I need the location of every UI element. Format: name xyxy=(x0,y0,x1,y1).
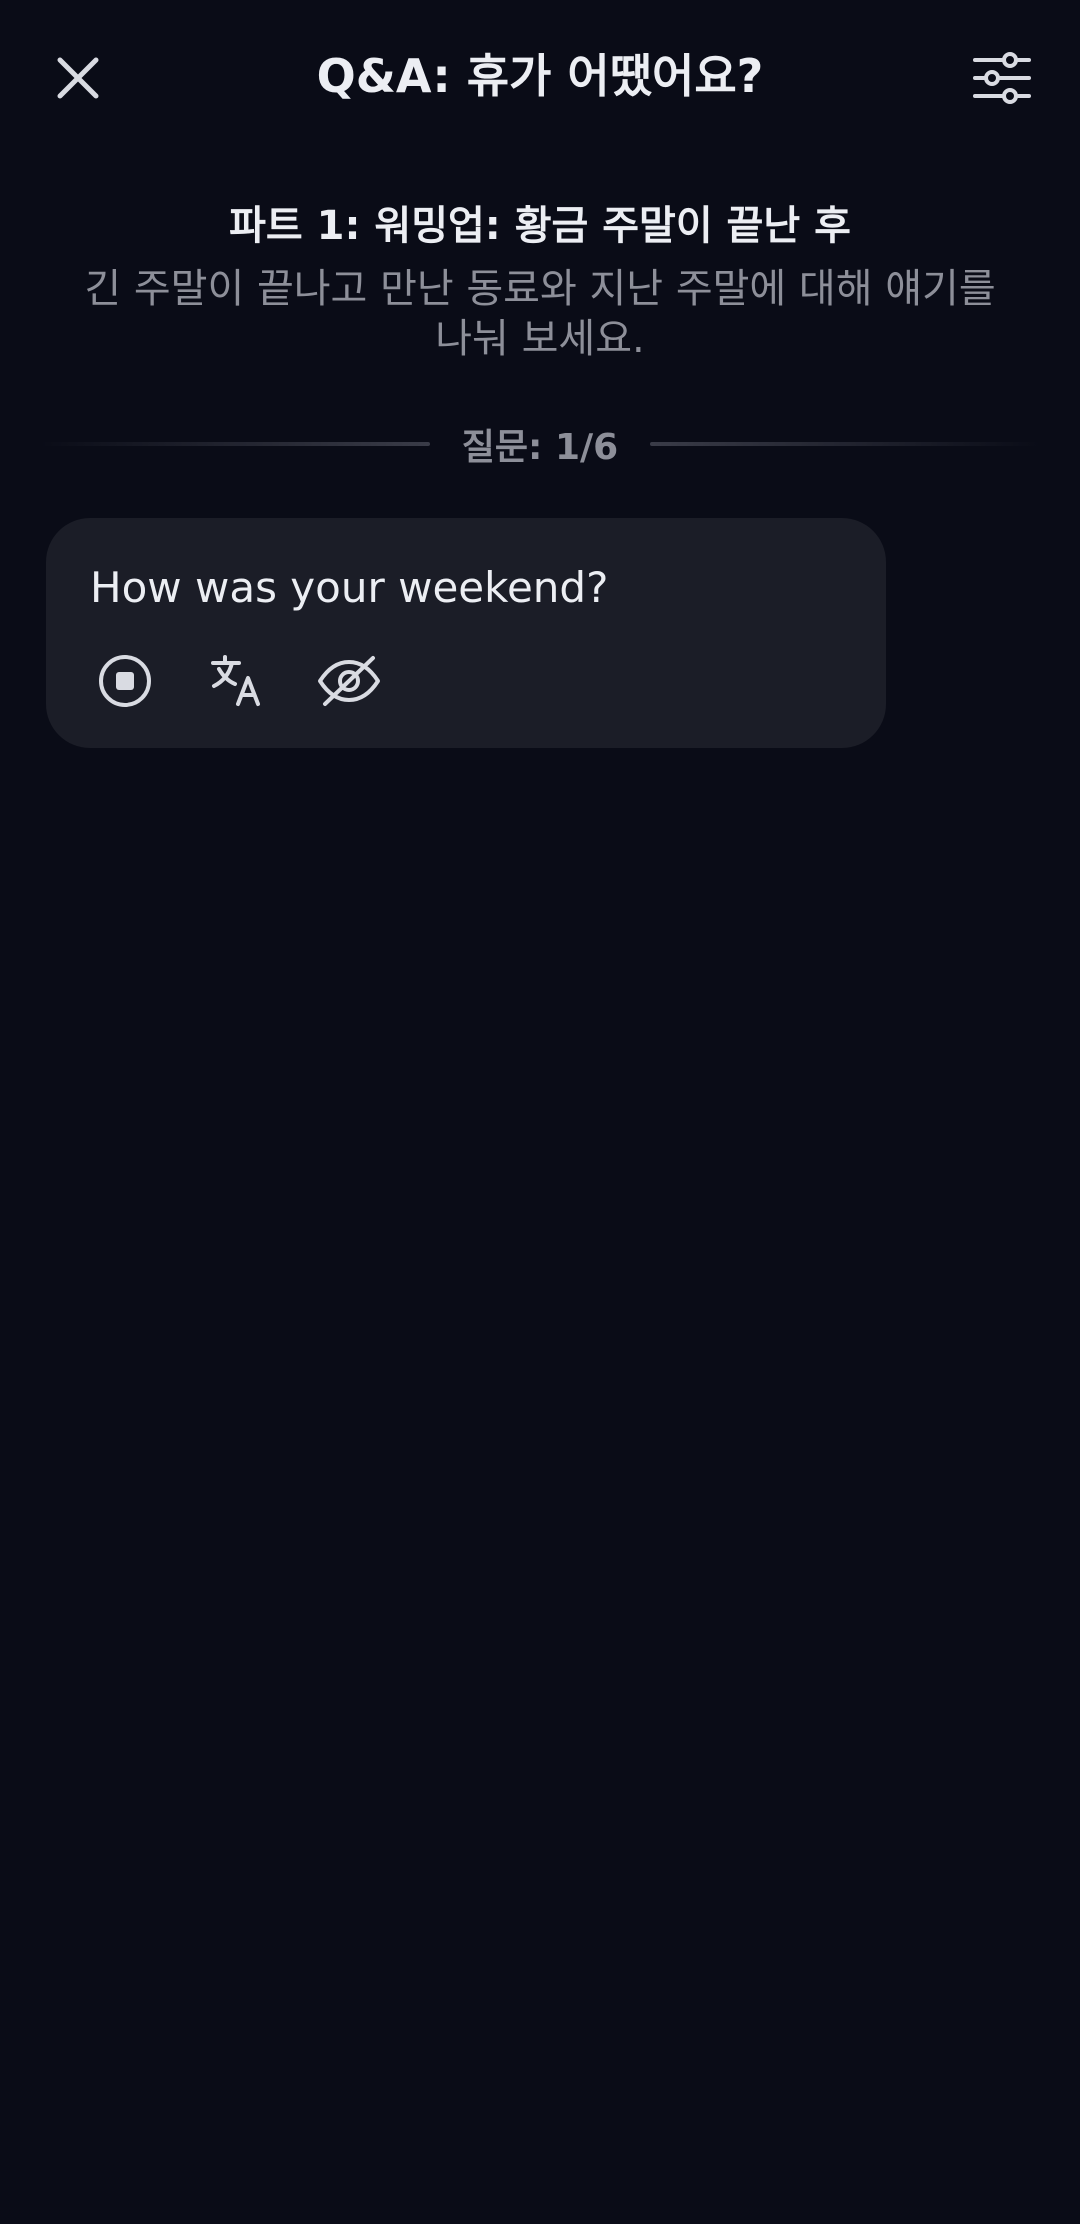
sliders-icon xyxy=(973,52,1031,104)
message-bubble: How was your weekend? xyxy=(46,518,886,748)
part-description: 긴 주말이 끝나고 만난 동료와 지난 주말에 대해 얘기를 나눠 보세요. xyxy=(84,266,996,362)
part-title: 파트 1: 워밍업: 황금 주말이 끝난 후 xyxy=(229,203,851,249)
translate-icon xyxy=(211,655,260,706)
divider-right xyxy=(650,442,1041,446)
stop-audio-button[interactable] xyxy=(90,646,160,716)
close-icon xyxy=(57,57,99,99)
question-counter: 질문: 1/6 xyxy=(461,427,619,468)
hide-text-button[interactable] xyxy=(314,646,384,716)
message-actions xyxy=(90,646,426,716)
message-text: How was your weekend? xyxy=(90,563,609,612)
eye-off-icon xyxy=(318,656,380,706)
translate-button[interactable] xyxy=(202,646,272,716)
question-progress: 질문: 1/6 xyxy=(40,412,1041,476)
top-bar: Q&A: 휴가 어땠어요? xyxy=(0,0,1080,160)
close-button[interactable] xyxy=(30,30,126,126)
page-title: Q&A: 휴가 어땠어요? xyxy=(316,49,764,103)
settings-button[interactable] xyxy=(954,30,1050,126)
stop-icon xyxy=(99,655,151,707)
divider-left xyxy=(40,442,430,446)
